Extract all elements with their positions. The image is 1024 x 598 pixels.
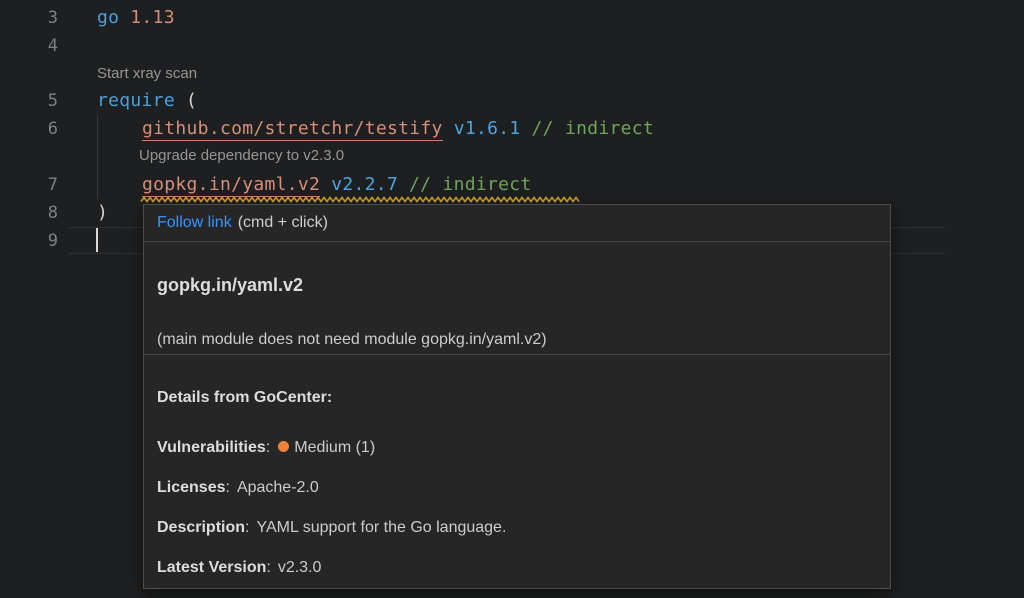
editor-viewport: 3 go 1.13 4 Start xray scan 5 require ( 6 … <box>0 0 1024 598</box>
follow-link[interactable]: Follow link <box>157 214 232 231</box>
latest-version-value: v2.3.0 <box>278 559 322 576</box>
text-cursor <box>96 228 98 252</box>
close-paren: ) <box>97 202 108 223</box>
open-paren: ( <box>186 90 197 111</box>
vulnerabilities-value: Medium (1) <box>294 439 375 456</box>
dependency-hover-popup: Follow link (cmd + click) gopkg.in/yaml.v… <box>143 204 891 589</box>
licenses-label: Licenses <box>157 479 225 496</box>
licenses-value: Apache-2.0 <box>237 479 319 496</box>
module-name-heading: gopkg.in/yaml.v2 <box>144 273 890 297</box>
go-version-value: 1.13 <box>130 7 175 28</box>
keyword-require: require <box>97 90 175 111</box>
follow-link-hint: (cmd + click) <box>238 214 328 231</box>
keyword-go: go <box>97 7 119 28</box>
module-link-testify[interactable]: github.com/stretchr/testify <box>142 118 443 141</box>
description-value: YAML support for the Go language. <box>256 519 506 536</box>
version-testify: v1.6.1 <box>454 118 521 139</box>
licenses-row: Licenses: Apache-2.0 <box>144 476 890 500</box>
line-number: 3 <box>0 4 58 32</box>
separator: : <box>266 439 270 456</box>
popup-divider <box>144 241 890 242</box>
latest-version-row: Latest Version: v2.3.0 <box>144 556 890 580</box>
codelens-start-xray-scan[interactable]: Start xray scan <box>97 61 197 87</box>
version-yaml: v2.2.7 <box>331 174 398 195</box>
separator: : <box>266 559 270 576</box>
code-line-4[interactable]: 4 <box>0 32 1024 60</box>
code-line-3[interactable]: 3 go 1.13 <box>0 4 1024 32</box>
line-number: 9 <box>0 227 58 255</box>
popup-divider <box>144 354 890 355</box>
code-line-7[interactable]: 7 gopkg.in/yaml.v2 v2.2.7 // indirect <box>0 171 1024 199</box>
code-line-5[interactable]: 5 require ( <box>0 87 1024 115</box>
comment-indirect: // indirect <box>409 174 532 195</box>
separator: : <box>225 479 229 496</box>
separator: : <box>245 519 249 536</box>
severity-medium-dot-icon <box>278 441 289 452</box>
follow-link-row: Follow link (cmd + click) <box>144 205 890 241</box>
details-heading: Details from GoCenter: <box>144 386 890 410</box>
line-number: 7 <box>0 171 58 199</box>
line-number: 6 <box>0 115 58 143</box>
vulnerabilities-label: Vulnerabilities <box>157 439 266 456</box>
line-number: 5 <box>0 87 58 115</box>
codelens-upgrade-dependency[interactable]: Upgrade dependency to v2.3.0 <box>139 143 344 169</box>
vulnerabilities-row: Vulnerabilities: Medium (1) <box>144 436 890 460</box>
description-label: Description <box>157 519 245 536</box>
line-number: 4 <box>0 32 58 60</box>
module-note: (main module does not need module gopkg.… <box>144 329 890 351</box>
module-link-yaml[interactable]: gopkg.in/yaml.v2 <box>142 174 320 197</box>
latest-version-label: Latest Version <box>157 559 266 576</box>
description-row: Description: YAML support for the Go lang… <box>144 516 890 540</box>
comment-indirect: // indirect <box>532 118 655 139</box>
line-number: 8 <box>0 199 58 227</box>
code-line-6[interactable]: 6 github.com/stretchr/testify v1.6.1 // in… <box>0 115 1024 143</box>
